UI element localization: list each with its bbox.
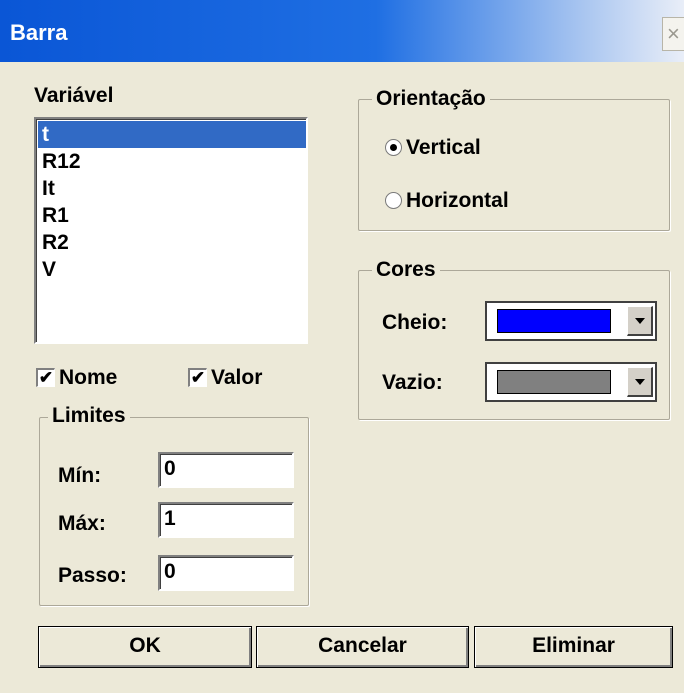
empty-color-swatch <box>497 370 611 394</box>
list-item[interactable]: R2 <box>38 229 306 256</box>
list-item[interactable]: t <box>38 121 306 148</box>
close-button[interactable]: × <box>662 17 684 51</box>
empty-label: Vazio: <box>382 371 443 394</box>
nome-label: Nome <box>59 366 118 389</box>
list-item[interactable]: R1 <box>38 202 306 229</box>
limits-title: Limites <box>48 404 130 428</box>
close-icon: × <box>667 21 680 46</box>
horizontal-radio[interactable] <box>385 192 402 209</box>
valor-label: Valor <box>211 366 263 389</box>
horizontal-label: Horizontal <box>406 189 509 212</box>
chevron-down-icon[interactable] <box>627 306 653 336</box>
step-input[interactable]: 0 <box>158 555 294 591</box>
filled-label: Cheio: <box>382 311 448 334</box>
check-icon: ✔ <box>190 368 206 387</box>
variable-label: Variável <box>34 84 114 107</box>
vertical-radio[interactable] <box>385 139 402 156</box>
list-item[interactable]: R12 <box>38 148 306 175</box>
ok-button[interactable]: OK <box>38 626 252 668</box>
variable-listbox[interactable]: t R12 It R1 R2 V <box>34 117 308 344</box>
vertical-label: Vertical <box>406 136 481 159</box>
min-input[interactable]: 0 <box>158 452 294 488</box>
empty-color-select[interactable] <box>485 362 657 402</box>
step-label: Passo: <box>58 564 127 587</box>
filled-color-select[interactable] <box>485 301 657 341</box>
valor-checkbox[interactable]: ✔ <box>188 368 207 387</box>
cancel-button[interactable]: Cancelar <box>256 626 469 668</box>
window-title: Barra <box>10 20 68 45</box>
filled-color-swatch <box>497 309 611 333</box>
orientation-group <box>358 99 670 231</box>
max-input[interactable]: 1 <box>158 502 294 538</box>
orientation-title: Orientação <box>372 87 490 111</box>
list-item[interactable]: It <box>38 175 306 202</box>
chevron-down-icon[interactable] <box>627 367 653 397</box>
colors-title: Cores <box>372 258 440 282</box>
title-bar: Barra × <box>0 0 684 62</box>
max-label: Máx: <box>58 512 106 535</box>
list-item[interactable]: V <box>38 256 306 283</box>
check-icon: ✔ <box>38 368 54 387</box>
min-label: Mín: <box>58 464 102 487</box>
delete-button[interactable]: Eliminar <box>474 626 673 668</box>
nome-checkbox[interactable]: ✔ <box>36 368 55 387</box>
